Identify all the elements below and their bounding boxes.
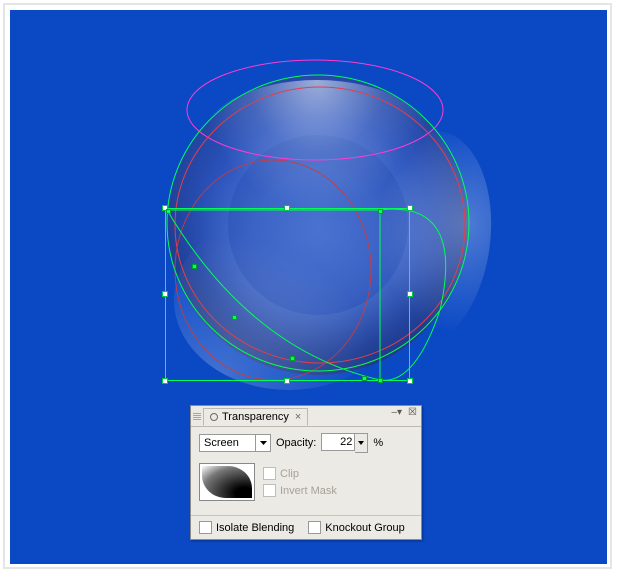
dropdown-arrow-icon[interactable]	[255, 435, 270, 451]
anchor-point[interactable]	[378, 378, 383, 383]
tab-label: Transparency	[222, 411, 289, 423]
resize-handle-s[interactable]	[284, 378, 290, 384]
knockout-group-label: Knockout Group	[325, 522, 405, 534]
object-thumbnail[interactable]	[199, 463, 255, 501]
artboard-canvas[interactable]: Transparency × –▾ ☒ Screen Opacity:	[10, 10, 607, 564]
anchor-point[interactable]	[362, 376, 367, 381]
invert-mask-checkbox: Invert Mask	[263, 484, 337, 497]
resize-handle-ne[interactable]	[407, 205, 413, 211]
panel-minimize-icon[interactable]: –▾	[389, 407, 404, 418]
opacity-input[interactable]: 22	[321, 433, 355, 451]
panel-grip[interactable]	[193, 413, 201, 420]
anchor-point[interactable]	[192, 264, 197, 269]
opacity-unit: %	[373, 437, 383, 449]
blend-mode-value: Screen	[200, 437, 255, 449]
blend-mode-select[interactable]: Screen	[199, 434, 271, 452]
selection-bounding-box[interactable]	[165, 208, 410, 381]
thumbnail-preview	[202, 466, 252, 498]
checkbox-icon	[263, 467, 276, 480]
knockout-group-checkbox[interactable]: Knockout Group	[308, 521, 405, 534]
transparency-panel[interactable]: Transparency × –▾ ☒ Screen Opacity:	[190, 405, 422, 540]
opacity-stepper-icon[interactable]	[355, 433, 368, 453]
invert-mask-label: Invert Mask	[280, 485, 337, 497]
opacity-label: Opacity:	[276, 437, 316, 449]
resize-handle-n[interactable]	[284, 205, 290, 211]
resize-handle-w[interactable]	[162, 291, 168, 297]
checkbox-icon[interactable]	[199, 521, 212, 534]
anchor-point[interactable]	[232, 315, 237, 320]
panel-body: Screen Opacity: 22 %	[191, 427, 421, 515]
checkbox-icon[interactable]	[308, 521, 321, 534]
checkbox-icon	[263, 484, 276, 497]
clip-label: Clip	[280, 468, 299, 480]
tab-transparency[interactable]: Transparency ×	[203, 408, 308, 426]
resize-handle-sw[interactable]	[162, 378, 168, 384]
isolate-blending-label: Isolate Blending	[216, 522, 294, 534]
resize-handle-se[interactable]	[407, 378, 413, 384]
resize-handle-e[interactable]	[407, 291, 413, 297]
clip-checkbox: Clip	[263, 467, 337, 480]
anchor-point[interactable]	[166, 209, 171, 214]
panel-footer: Isolate Blending Knockout Group	[191, 515, 421, 539]
tab-close-icon[interactable]: ×	[295, 411, 301, 423]
anchor-point[interactable]	[378, 209, 383, 214]
app-frame: Transparency × –▾ ☒ Screen Opacity:	[3, 3, 612, 569]
tab-indicator-icon	[210, 413, 218, 421]
isolate-blending-checkbox[interactable]: Isolate Blending	[199, 521, 294, 534]
panel-close-icon[interactable]: ☒	[406, 407, 419, 418]
panel-tab-bar[interactable]: Transparency × –▾ ☒	[191, 406, 421, 427]
anchor-point[interactable]	[290, 356, 295, 361]
